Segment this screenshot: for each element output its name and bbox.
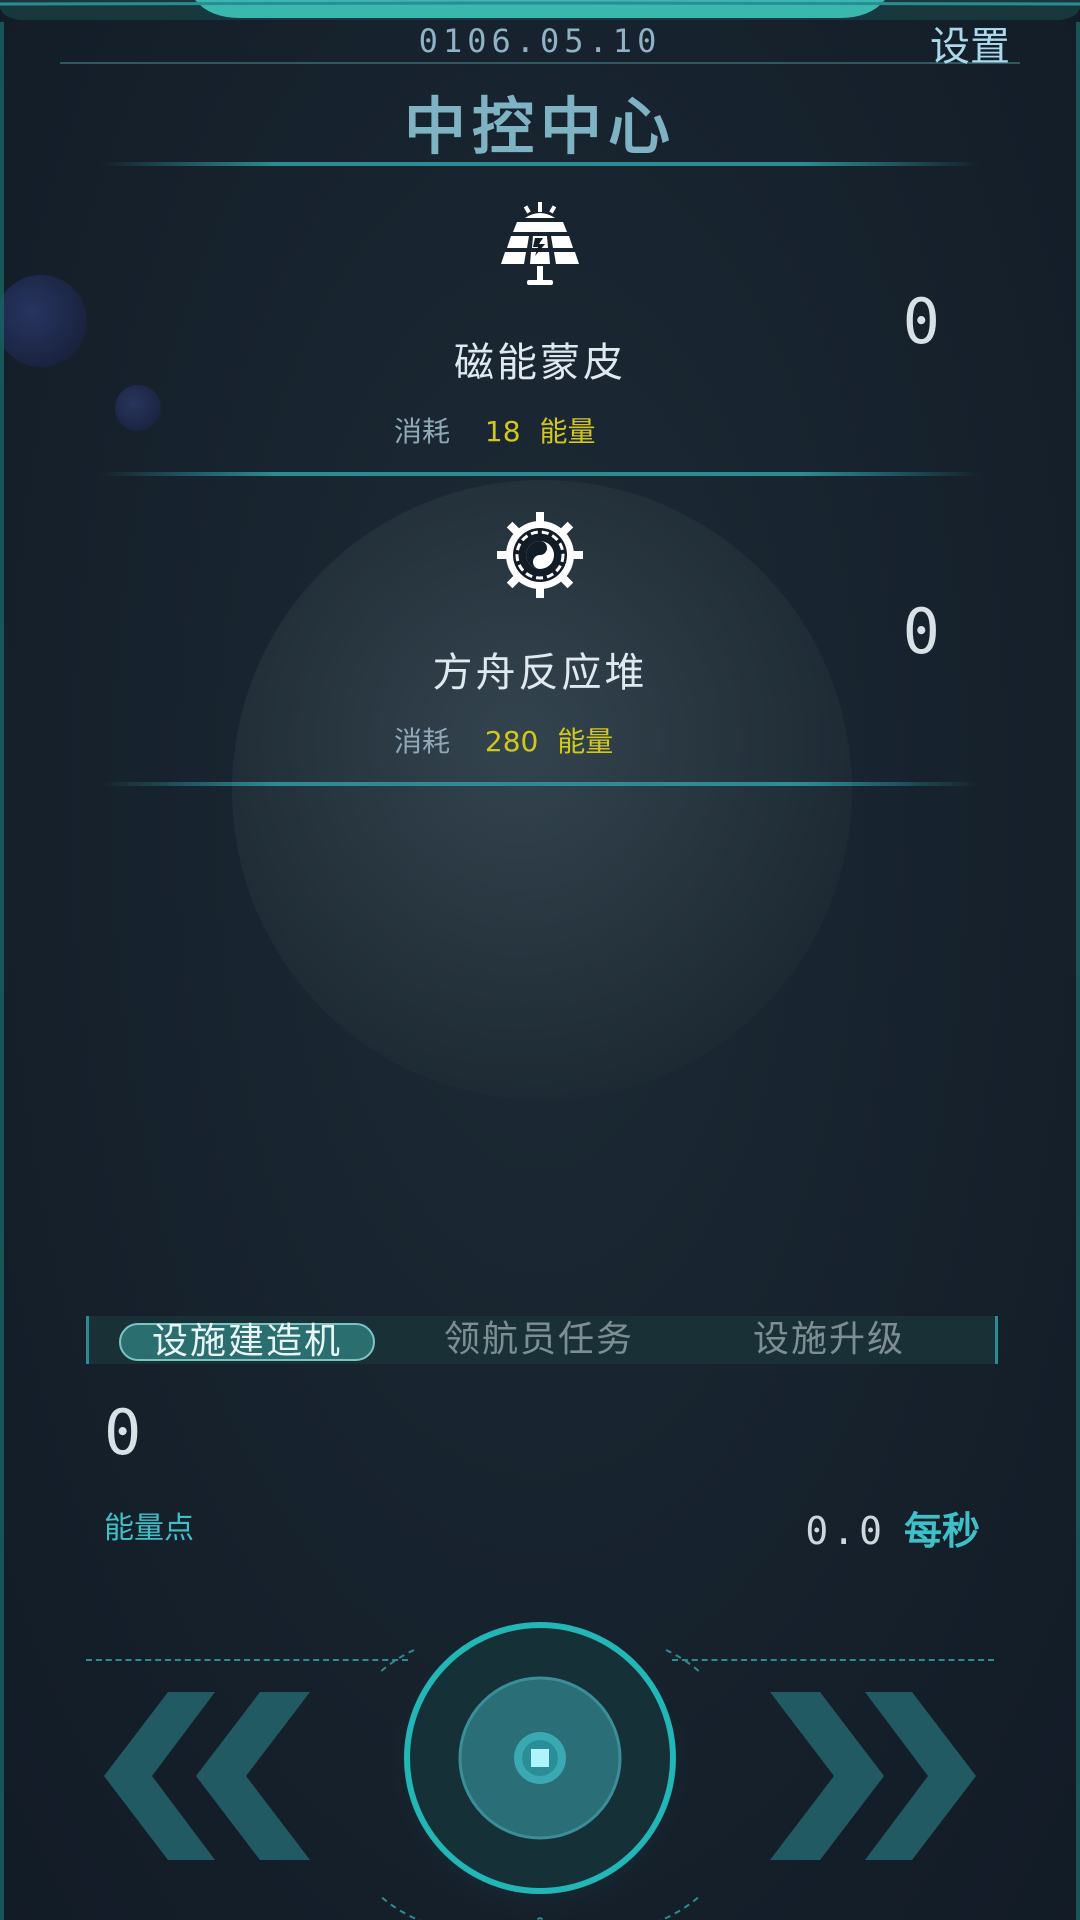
reactor-gear-icon xyxy=(497,512,583,598)
settings-button[interactable]: 设置 xyxy=(930,14,1010,72)
tab-bar: 设施建造机 领航员任务 设施升级 xyxy=(86,1316,998,1364)
facility-divider xyxy=(100,782,980,786)
energy-rate: 0.0 每秒 xyxy=(805,1500,980,1555)
cost-value: 280 xyxy=(484,725,539,758)
facility-count: 0 xyxy=(902,285,940,358)
tab-navigator-missions[interactable]: 领航员任务 xyxy=(419,1316,659,1364)
energy-points-label: 能量点 xyxy=(104,1511,194,1546)
cost-value: 18 xyxy=(484,415,521,448)
control-rule-left xyxy=(86,1659,408,1661)
cost-unit: 能量 xyxy=(557,725,614,758)
left-frame-border xyxy=(0,22,4,1920)
energy-points-value: 0 xyxy=(104,1396,142,1469)
header-rule xyxy=(60,62,1020,64)
facility-divider xyxy=(100,472,980,476)
energy-rate-value: 0.0 xyxy=(805,1509,886,1553)
tab-facility-builder[interactable]: 设施建造机 xyxy=(119,1323,375,1361)
double-chevron-left-icon[interactable] xyxy=(100,1690,324,1862)
tab-facility-upgrade[interactable]: 设施升级 xyxy=(729,1316,929,1364)
cost-unit: 能量 xyxy=(539,415,596,448)
right-frame-border xyxy=(1076,22,1080,1920)
energy-rate-unit: 每秒 xyxy=(903,1509,980,1553)
double-chevron-right-icon[interactable] xyxy=(756,1690,980,1862)
game-screen: 0106.05.10 设置 中控中心 磁能蒙皮 消耗 18 能量 0 方舟反应堆… xyxy=(0,0,1080,1920)
top-frame-border xyxy=(0,0,1080,20)
page-title: 中控中心 xyxy=(403,90,676,163)
small-moon xyxy=(115,385,161,431)
cost-label: 消耗 xyxy=(394,725,451,758)
control-rule-right xyxy=(672,1659,994,1661)
facility-cost: 消耗 18 能量 xyxy=(394,410,595,450)
facility-cost: 消耗 280 能量 xyxy=(394,720,613,760)
core-action-button[interactable] xyxy=(380,1610,700,1920)
cost-label: 消耗 xyxy=(394,415,451,448)
solar-panel-icon xyxy=(501,202,579,285)
game-date: 0106.05.10 xyxy=(418,22,662,60)
facility-count: 0 xyxy=(902,595,940,668)
title-divider xyxy=(100,162,980,166)
